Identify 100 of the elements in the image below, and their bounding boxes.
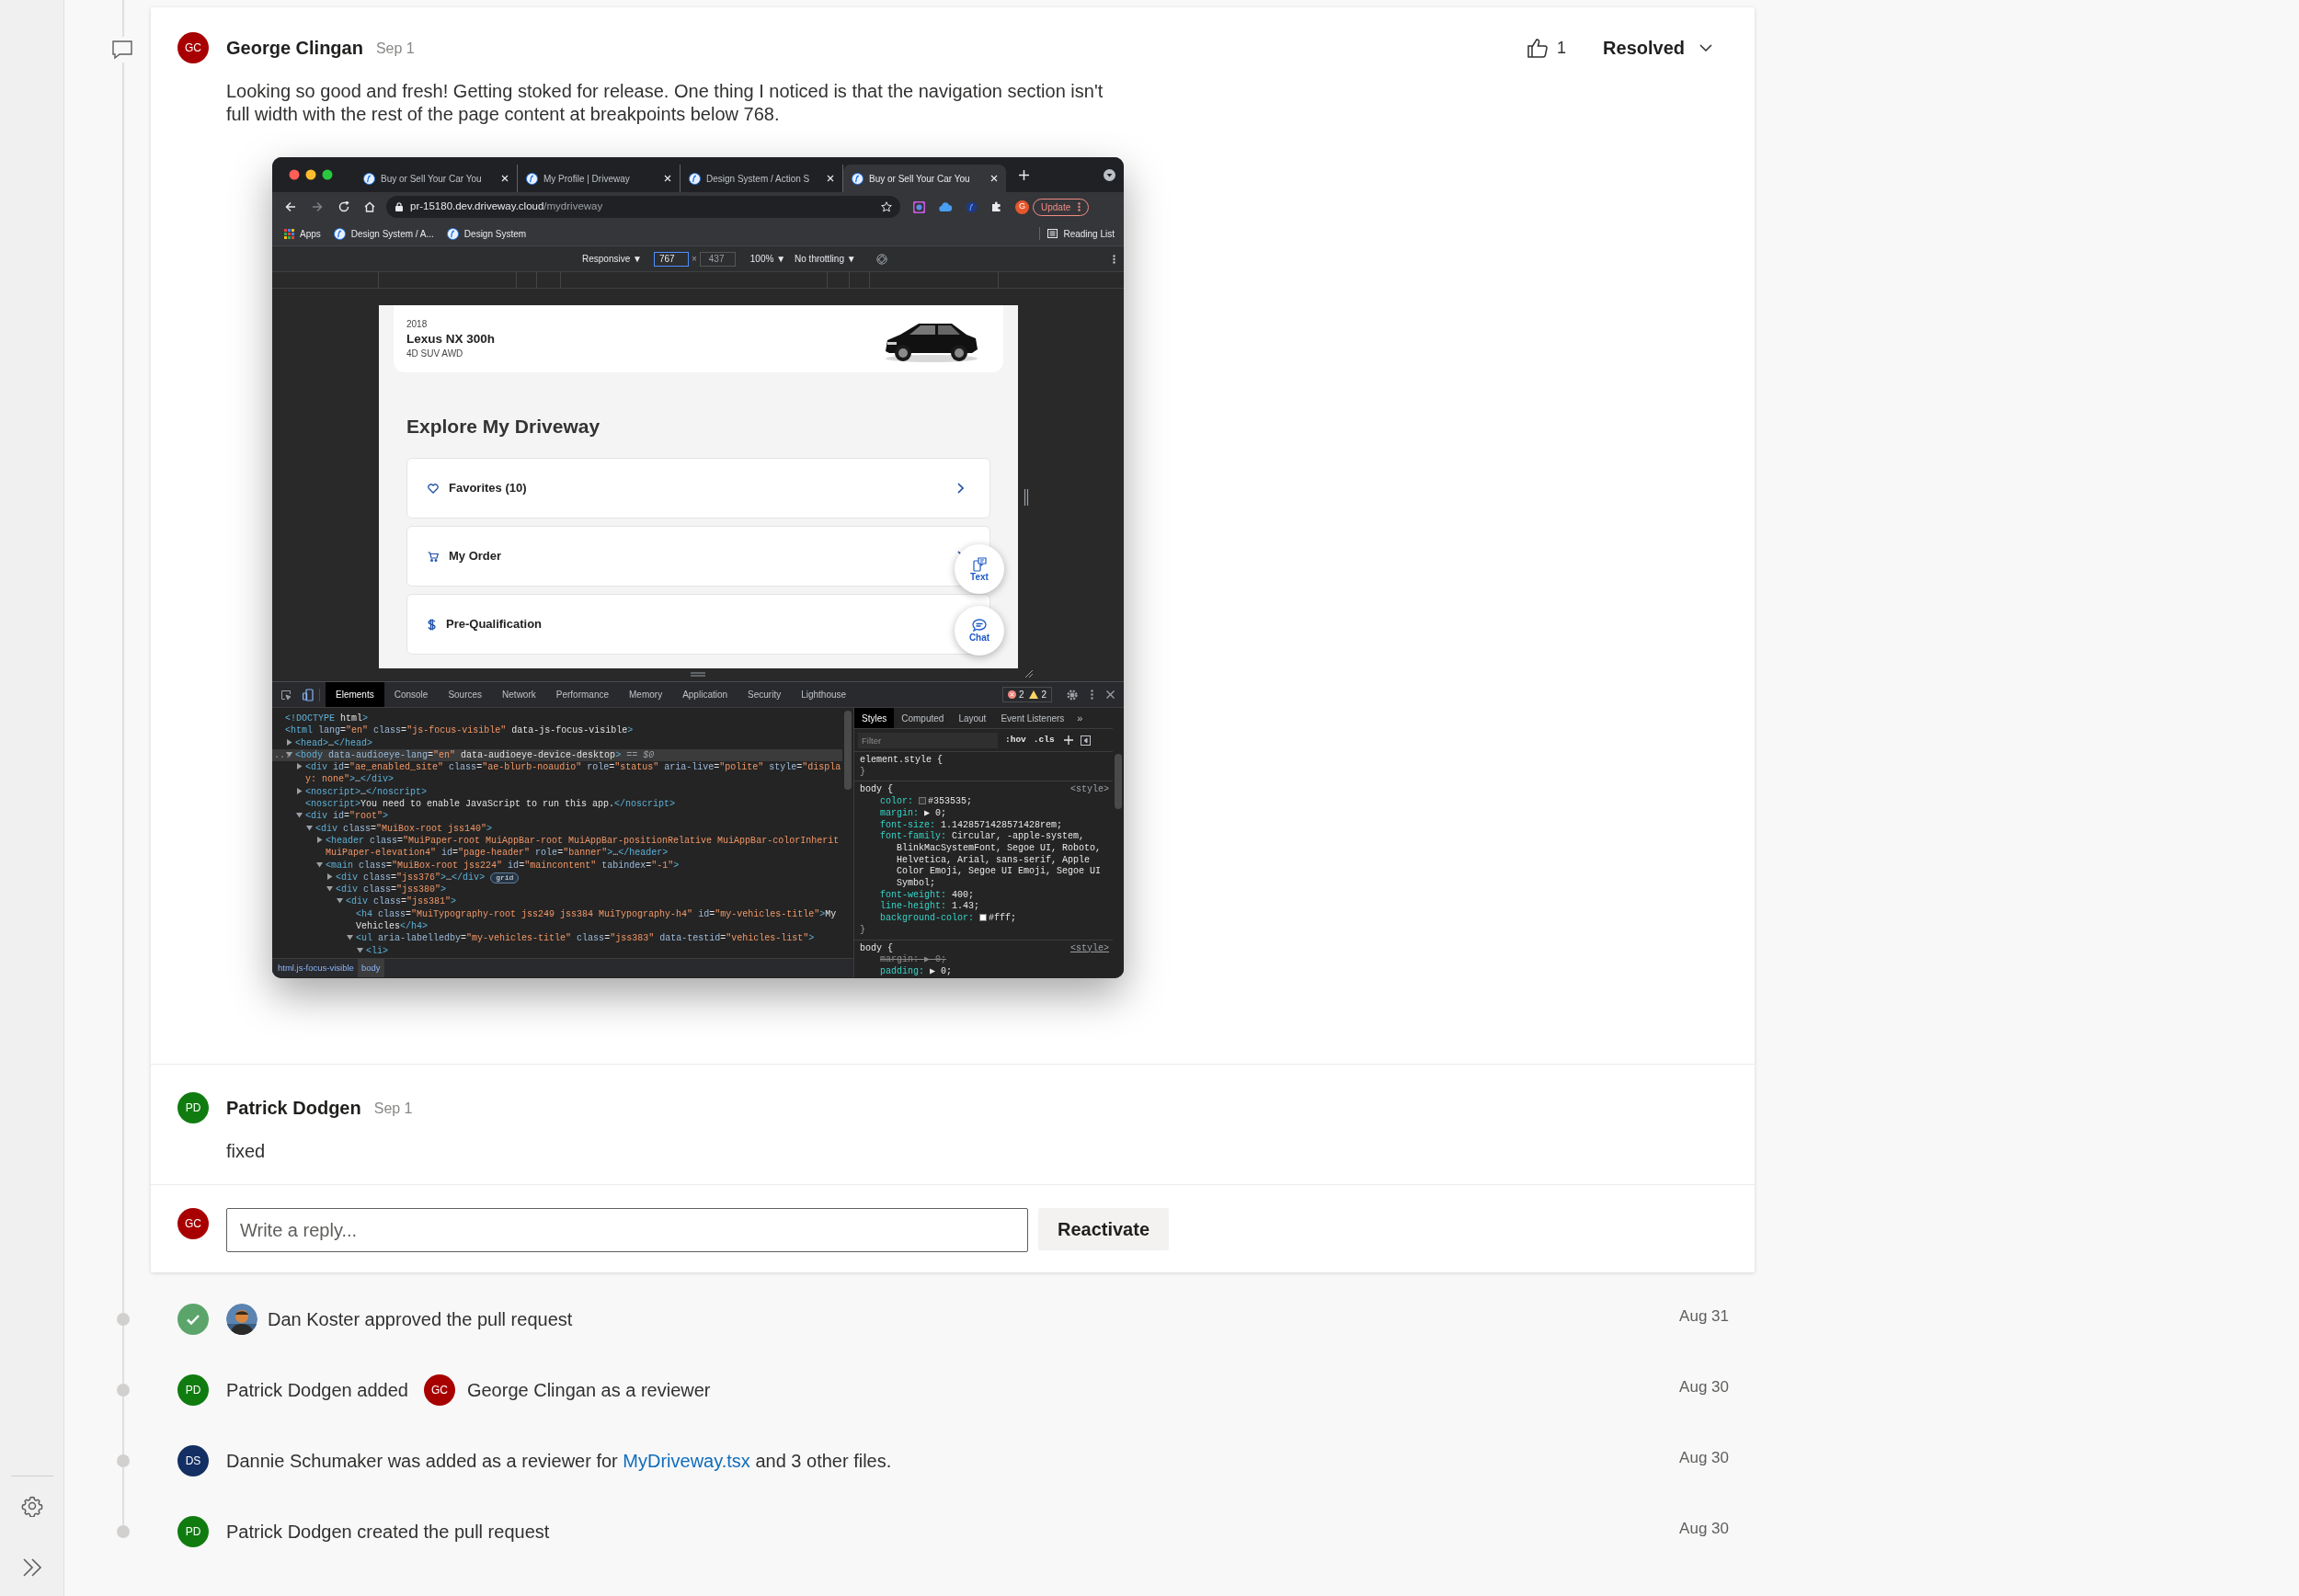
cloud-icon[interactable] xyxy=(939,201,952,212)
dom-tree-row[interactable]: <main class="MuiBox-root jss224" id="maincontent" tabindex="-1"> xyxy=(272,859,842,872)
throttling-dropdown[interactable]: No throttling ▼ xyxy=(795,252,856,266)
disclosure-triangle-icon[interactable] xyxy=(357,946,363,953)
disclosure-triangle-icon[interactable] xyxy=(306,824,313,831)
scrollbar-thumb[interactable] xyxy=(844,711,852,790)
nav-item[interactable]: Favorites (10) xyxy=(406,458,990,519)
devtools-tab[interactable]: Security xyxy=(738,682,792,707)
dom-tree-row[interactable]: <head>…</head> xyxy=(272,736,842,749)
reading-list-button[interactable]: Reading List xyxy=(1047,226,1115,241)
dom-tree-row[interactable]: <div id="root"> xyxy=(272,810,842,823)
disclosure-triangle-icon[interactable] xyxy=(326,872,333,880)
styles-tab[interactable]: Styles xyxy=(854,708,895,728)
star-icon[interactable] xyxy=(881,201,892,212)
disclosure-triangle-icon[interactable] xyxy=(316,861,323,868)
devtools-tab[interactable]: Performance xyxy=(545,682,619,707)
file-link[interactable]: MyDriveway.tsx xyxy=(623,1450,750,1471)
resize-handle-icon[interactable] xyxy=(691,672,705,677)
dom-tree-row[interactable]: <div class="jss380"> xyxy=(272,884,842,896)
dom-tree-row[interactable]: ... <body data-audioeye-lang="en" data-audioeye-device-desktop> == $0 xyxy=(272,748,842,762)
disclosure-triangle-icon[interactable] xyxy=(286,738,292,746)
dropdown-icon[interactable] xyxy=(1104,168,1115,181)
more-tabs-button[interactable]: » xyxy=(1077,710,1083,726)
dom-tree-row[interactable]: <li> xyxy=(272,944,842,957)
like-button[interactable]: 1 xyxy=(1527,35,1567,61)
styles-tab[interactable]: Layout xyxy=(951,708,994,728)
dom-tree-row[interactable]: <div class="MuiBox-root jss140"> xyxy=(272,822,842,835)
disclosure-triangle-icon[interactable] xyxy=(296,812,303,819)
kebab-icon[interactable] xyxy=(1113,254,1115,264)
disclosure-triangle-icon[interactable] xyxy=(296,787,303,794)
source-link[interactable]: <style> xyxy=(1070,784,1109,797)
puzzle-icon[interactable] xyxy=(991,201,1002,212)
dom-tree-row[interactable]: <noscript>…</noscript> xyxy=(272,785,842,799)
layout-badge[interactable]: grid xyxy=(490,872,520,884)
zoom-dropdown[interactable]: 100% ▼ xyxy=(749,252,786,266)
devtools-tab[interactable]: Network xyxy=(492,682,546,707)
error-warning-counter[interactable]: 2 2 xyxy=(1001,687,1052,702)
plus-icon[interactable] xyxy=(1019,169,1029,180)
devtools-tab[interactable]: Memory xyxy=(619,682,673,707)
scrollbar-thumb[interactable] xyxy=(1115,754,1122,809)
dom-tree-row[interactable]: <header class="MuiPaper-root MuiAppBar-root MuiAppBar-positionRelative MuiAppBar-colorInherit MuiPaper-elevation4" id="page-header" role="banner">…</header> xyxy=(272,834,842,860)
browser-tab[interactable]: Buy or Sell Your Car You xyxy=(843,165,1006,192)
bookmark[interactable]: Apps xyxy=(284,226,321,241)
reactivate-button[interactable]: Reactivate xyxy=(1038,1208,1169,1250)
dom-tree-row[interactable]: <div class="jss381"> xyxy=(272,895,842,908)
dom-tree-row[interactable]: <h4 class="MuiTypography-root jss249 jss384 MuiTypography-h4" id="my-vehicles-title">My Vehicles</h4> xyxy=(272,907,842,933)
bookmark[interactable]: Design System xyxy=(446,226,527,241)
devtools-tab[interactable]: Application xyxy=(672,682,738,707)
breadcrumb[interactable]: html.js-focus-visible xyxy=(274,959,358,977)
dom-tree-row[interactable]: <noscript>You need to enable JavaScript to run this app.</noscript> xyxy=(272,798,842,811)
bookmark[interactable]: Design System / A... xyxy=(333,226,434,241)
hover-state-button[interactable]: :hov xyxy=(1005,733,1026,747)
dom-tree-row[interactable]: <ul aria-labelledby="my-vehicles-title" class="jss383" data-testid="vehicles-list"> xyxy=(272,932,842,945)
status-dropdown[interactable]: Resolved xyxy=(1603,34,1712,62)
reload-icon[interactable] xyxy=(338,201,349,212)
forward-icon[interactable] xyxy=(312,201,323,212)
extension-icon[interactable] xyxy=(966,200,978,213)
settings-icon[interactable] xyxy=(20,1495,43,1517)
height-field[interactable]: 437 xyxy=(699,251,736,267)
address-bar[interactable]: pr-15180.dev.driveway.cloud/mydriveway xyxy=(386,196,900,218)
home-icon[interactable] xyxy=(364,201,375,212)
resize-corner-icon[interactable] xyxy=(1025,670,1033,678)
extension-icon[interactable] xyxy=(913,200,925,213)
sidebar-toggle-icon[interactable] xyxy=(1080,735,1091,746)
double-chevron-icon[interactable] xyxy=(20,1557,43,1578)
plus-icon[interactable] xyxy=(1063,735,1073,745)
disclosure-triangle-icon[interactable] xyxy=(286,750,292,758)
window-controls-icon[interactable] xyxy=(289,169,333,180)
dom-tree-row[interactable]: <!DOCTYPE html> xyxy=(272,712,842,725)
back-icon[interactable] xyxy=(285,201,296,212)
device-toggle-icon[interactable] xyxy=(303,688,314,701)
dom-tree-row[interactable]: <div id="ae_enabled_site" class="ae-blurb-noaudio" role="status" aria-live="polite" style="display: none">…</div> xyxy=(272,761,842,786)
kebab-icon[interactable] xyxy=(1091,690,1093,700)
dom-tree-row[interactable]: <html lang="en" class="js-focus-visible" data-js-focus-visible> xyxy=(272,724,842,737)
color-swatch[interactable] xyxy=(919,797,927,805)
filter-field[interactable]: Filter xyxy=(858,732,998,748)
reply-field[interactable]: Write a reply... xyxy=(226,1208,1028,1252)
devtools-tab[interactable]: Elements xyxy=(326,682,384,707)
disclosure-triangle-icon[interactable] xyxy=(337,897,343,905)
styles-tab[interactable]: Computed xyxy=(894,708,952,728)
disclosure-triangle-icon[interactable] xyxy=(326,885,333,893)
floating-action-button[interactable]: Text xyxy=(955,544,1004,594)
device-mode-dropdown[interactable]: Responsive ▼ xyxy=(582,252,642,266)
disclosure-triangle-icon[interactable] xyxy=(296,763,303,770)
devtools-tab[interactable]: Sources xyxy=(438,682,493,707)
close-icon[interactable] xyxy=(1106,690,1115,699)
resize-handle-icon[interactable] xyxy=(1024,489,1029,506)
devtools-tab[interactable]: Console xyxy=(383,682,439,707)
inspect-icon[interactable] xyxy=(280,689,292,701)
color-swatch[interactable] xyxy=(979,914,988,922)
breadcrumb[interactable]: body xyxy=(357,959,384,977)
settings-icon[interactable] xyxy=(1067,689,1078,701)
profile-avatar[interactable]: G xyxy=(1015,200,1029,214)
width-field[interactable]: 767 xyxy=(653,251,689,267)
dom-tree-row[interactable]: <div class="jss376">…</div> grid xyxy=(272,871,842,884)
rotate-icon[interactable] xyxy=(875,253,887,265)
source-link[interactable]: <style> xyxy=(1070,942,1109,955)
styles-tab[interactable]: Event Listeners xyxy=(993,708,1072,728)
devtools-tab[interactable]: Lighthouse xyxy=(791,682,857,707)
class-toggle-button[interactable]: .cls xyxy=(1033,733,1055,747)
